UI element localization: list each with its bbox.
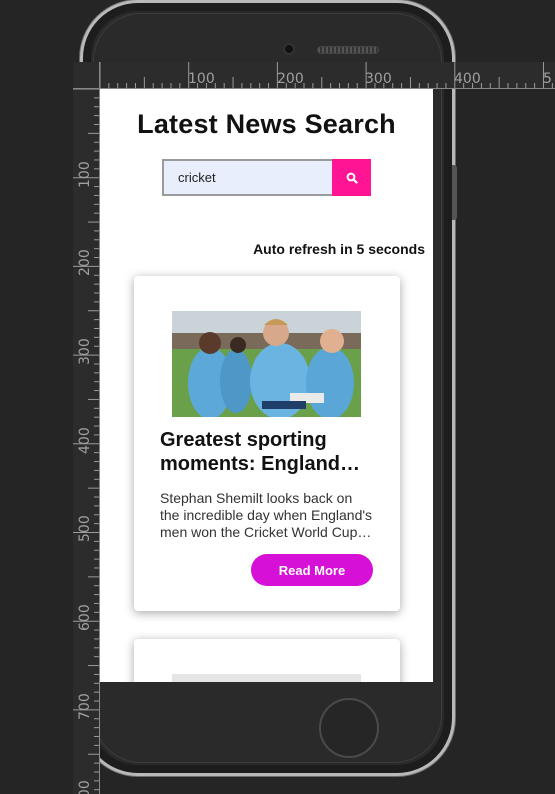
read-more-button[interactable]: Read More [251,554,373,586]
auto-refresh-text: Auto refresh in 5 seconds [253,241,425,257]
ruler-left-label: 400 [77,427,93,454]
news-description: Stephan Shemilt looks back on the incred… [160,490,373,540]
ruler-top-label: 200 [277,71,304,87]
ruler-left-label: 200 [77,249,93,276]
ruler-left-label: 300 [77,338,93,365]
phone-side-button [452,165,457,220]
ruler-top-label: 400 [454,71,481,87]
horizontal-ruler-ticks: 100 200 300 400 5 [99,62,553,88]
phone-screen: Latest News Search Auto refresh in 5 sec… [100,89,433,682]
search-icon [346,172,358,184]
search-form [162,159,371,196]
camera-icon [283,43,295,55]
ruler-top-label: 300 [365,71,392,87]
home-button[interactable] [319,698,379,758]
vertical-ruler-ticks: 100 200 300 400 500 600 700 800 [73,88,99,794]
ruler-corner [73,62,100,89]
ruler-left-label: 100 [77,161,93,188]
ruler-left-label: 500 [77,515,93,542]
news-title[interactable]: Greatest sporting moments: England men's… [160,428,375,476]
ruler-top-label: 100 [188,71,215,87]
news-image [172,311,361,417]
ruler-top-label: 5 [543,71,552,87]
cricket-team-photo [172,311,361,417]
search-input[interactable] [162,159,332,196]
news-card: Greatest sporting moments: England men's… [134,276,400,611]
ruler-left-label: 700 [77,693,93,720]
ruler-left-label: 600 [77,604,93,631]
design-canvas: 100 200 300 400 5 100 200 300 400 500 60… [0,0,555,794]
news-image [172,674,361,682]
page-title: Latest News Search [137,109,396,139]
speaker-grille [317,46,379,54]
ruler-left-label: 800 [77,780,93,794]
horizontal-ruler: 100 200 300 400 5 [73,62,555,89]
vertical-ruler: 100 200 300 400 500 600 700 800 [73,62,100,794]
search-button[interactable] [332,159,371,196]
news-card [134,639,400,682]
